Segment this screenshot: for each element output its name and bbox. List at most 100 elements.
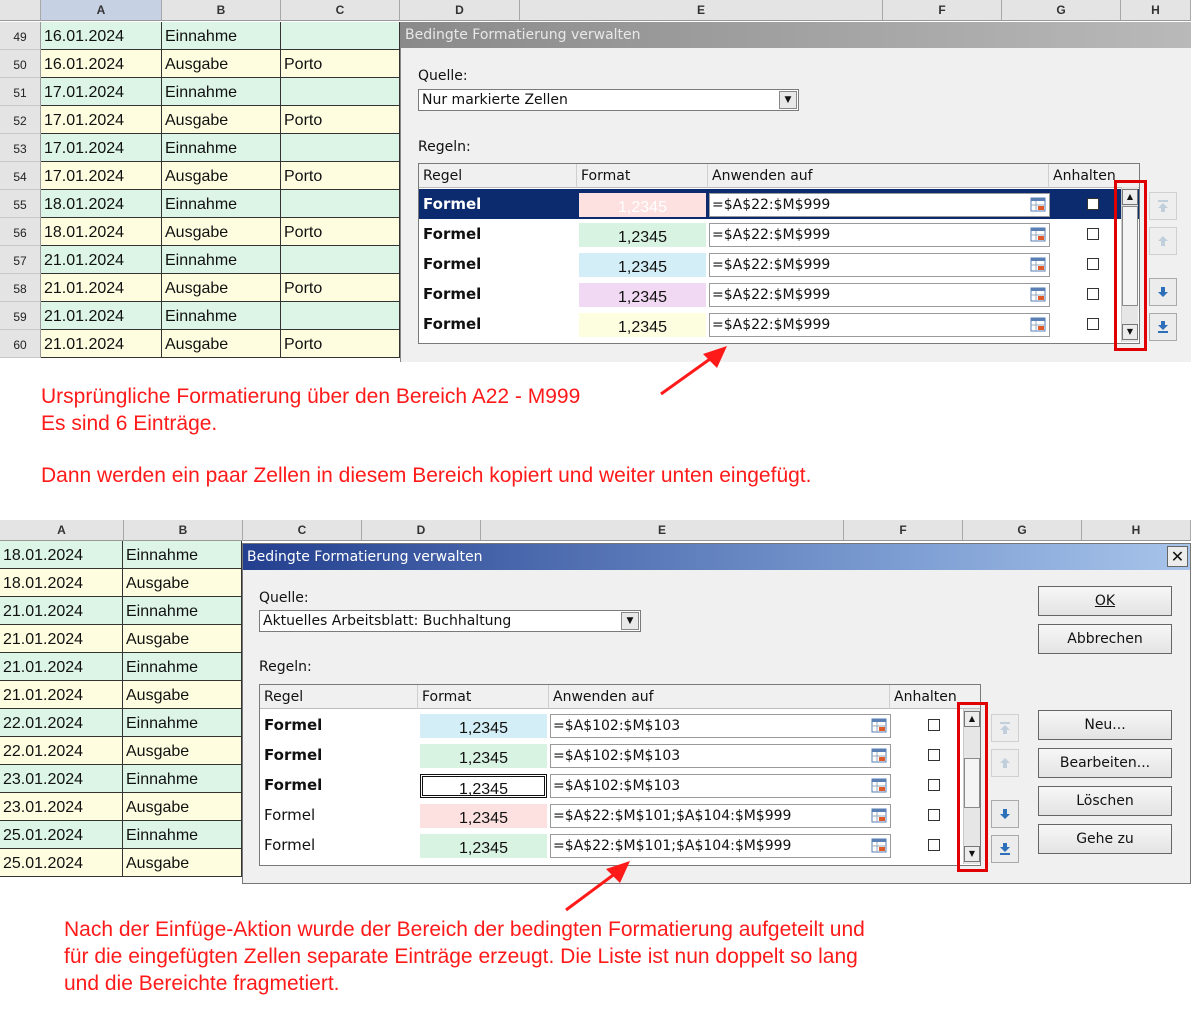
apply-range-field[interactable]: =$A$22:$M$999 [709, 313, 1050, 337]
apply-range-field[interactable]: =$A$102:$M$103 [550, 714, 891, 738]
row-number[interactable]: 53 [0, 134, 41, 162]
apply-range-field[interactable]: =$A$22:$M$999 [709, 253, 1050, 277]
new-button[interactable]: Neu... [1038, 710, 1172, 740]
apply-range-field[interactable]: =$A$102:$M$103 [550, 774, 891, 798]
row-number[interactable]: 58 [0, 274, 41, 302]
cell-date[interactable]: 18.01.2024 [0, 541, 123, 569]
cell-date[interactable]: 17.01.2024 [41, 78, 162, 106]
cell-date[interactable]: 21.01.2024 [41, 330, 162, 358]
cell-date[interactable]: 21.01.2024 [0, 625, 123, 653]
cell-type[interactable]: Einnahme [123, 765, 242, 793]
column-header-b[interactable]: B [124, 520, 243, 541]
row-number[interactable]: 55 [0, 190, 41, 218]
move-down-button[interactable] [991, 800, 1019, 828]
row-number[interactable]: 49 [0, 22, 41, 50]
cell-date[interactable]: 21.01.2024 [41, 302, 162, 330]
rule-row[interactable]: Formel 1,2345 =$A$102:$M$103 [260, 740, 980, 770]
cell-type[interactable]: Ausgabe [123, 849, 242, 877]
range-picker-icon[interactable] [1030, 317, 1046, 332]
cell-type[interactable]: Einnahme [162, 302, 281, 330]
cell-type[interactable]: Ausgabe [123, 625, 242, 653]
move-bottom-button[interactable] [1149, 313, 1177, 341]
stop-checkbox[interactable] [928, 779, 940, 791]
cell-date[interactable]: 21.01.2024 [0, 597, 123, 625]
cell-date[interactable]: 16.01.2024 [41, 50, 162, 78]
rule-row[interactable]: Formel 1,2345 =$A$102:$M$103 [260, 770, 980, 800]
row-number[interactable]: 59 [0, 302, 41, 330]
cell-type[interactable]: Ausgabe [123, 793, 242, 821]
column-header-e[interactable]: E [481, 520, 844, 541]
column-header-f[interactable]: F [883, 0, 1002, 21]
edit-button[interactable]: Bearbeiten... [1038, 748, 1172, 778]
range-picker-icon[interactable] [871, 718, 887, 733]
cell-type[interactable]: Ausgabe [162, 50, 281, 78]
apply-range-field[interactable]: =$A$22:$M$999 [709, 283, 1050, 307]
column-header-e[interactable]: E [520, 0, 883, 21]
cell-date[interactable]: 18.01.2024 [41, 218, 162, 246]
cell-type[interactable]: Einnahme [123, 821, 242, 849]
cell-date[interactable]: 21.01.2024 [41, 274, 162, 302]
column-header-d[interactable]: D [362, 520, 481, 541]
cell-note[interactable]: Porto [281, 274, 400, 302]
corner-header[interactable] [0, 0, 41, 21]
cell-note[interactable] [281, 246, 400, 274]
cell-type[interactable]: Ausgabe [162, 218, 281, 246]
cell-note[interactable]: Porto [281, 106, 400, 134]
cell-type[interactable]: Einnahme [123, 653, 242, 681]
move-down-button[interactable] [1149, 278, 1177, 306]
cell-date[interactable]: 18.01.2024 [0, 569, 123, 597]
cell-date[interactable]: 25.01.2024 [0, 849, 123, 877]
move-up-button[interactable] [991, 749, 1019, 777]
row-number[interactable]: 54 [0, 162, 41, 190]
rule-row[interactable]: Formel 1,2345 =$A$22:$M$999 [419, 279, 1139, 309]
source-dropdown[interactable]: Nur markierte Zellen ▼ [418, 89, 799, 111]
range-picker-icon[interactable] [871, 778, 887, 793]
apply-range-field[interactable]: =$A$102:$M$103 [550, 744, 891, 768]
row-number[interactable]: 51 [0, 78, 41, 106]
cell-type[interactable]: Ausgabe [162, 162, 281, 190]
cell-date[interactable]: 17.01.2024 [41, 106, 162, 134]
range-picker-icon[interactable] [1030, 287, 1046, 302]
move-top-button[interactable] [1149, 192, 1177, 220]
column-header-a[interactable]: A [0, 520, 124, 541]
source-dropdown[interactable]: Aktuelles Arbeitsblatt: Buchhaltung ▼ [259, 610, 641, 632]
column-header-b[interactable]: B [162, 0, 281, 21]
column-header-h[interactable]: H [1082, 520, 1191, 541]
stop-checkbox[interactable] [1087, 258, 1099, 270]
stop-checkbox[interactable] [1087, 198, 1099, 210]
column-header-g[interactable]: G [1002, 0, 1121, 21]
stop-checkbox[interactable] [1087, 228, 1099, 240]
column-header-a[interactable]: A [41, 0, 162, 21]
row-number[interactable]: 50 [0, 50, 41, 78]
range-picker-icon[interactable] [1030, 227, 1046, 242]
range-picker-icon[interactable] [871, 808, 887, 823]
column-header-h[interactable]: H [1121, 0, 1191, 21]
cell-date[interactable]: 21.01.2024 [41, 246, 162, 274]
range-picker-icon[interactable] [871, 748, 887, 763]
cell-note[interactable] [281, 22, 400, 50]
cell-note[interactable]: Porto [281, 50, 400, 78]
cell-note[interactable] [281, 78, 400, 106]
row-number[interactable]: 60 [0, 330, 41, 358]
cell-type[interactable]: Einnahme [123, 597, 242, 625]
ok-button[interactable]: OK [1038, 586, 1172, 616]
cell-note[interactable]: Porto [281, 330, 400, 358]
rule-row[interactable]: Formel 1,2345 =$A$22:$M$999 [419, 309, 1139, 339]
cell-note[interactable]: Porto [281, 162, 400, 190]
cancel-button[interactable]: Abbrechen [1038, 624, 1172, 654]
apply-range-field[interactable]: =$A$22:$M$999 [709, 223, 1050, 247]
cell-type[interactable]: Einnahme [123, 541, 242, 569]
close-icon[interactable]: ✕ [1167, 546, 1188, 567]
stop-checkbox[interactable] [928, 719, 940, 731]
move-up-button[interactable] [1149, 227, 1177, 255]
cell-type[interactable]: Ausgabe [162, 106, 281, 134]
stop-checkbox[interactable] [928, 809, 940, 821]
stop-checkbox[interactable] [1087, 288, 1099, 300]
column-header-c[interactable]: C [243, 520, 362, 541]
range-picker-icon[interactable] [1030, 197, 1046, 212]
rule-row[interactable]: Formel 1,2345 =$A$102:$M$103 [260, 710, 980, 740]
cell-date[interactable]: 21.01.2024 [0, 681, 123, 709]
cell-type[interactable]: Einnahme [162, 190, 281, 218]
column-header-g[interactable]: G [963, 520, 1082, 541]
apply-range-field[interactable]: =$A$22:$M$999 [709, 193, 1050, 217]
